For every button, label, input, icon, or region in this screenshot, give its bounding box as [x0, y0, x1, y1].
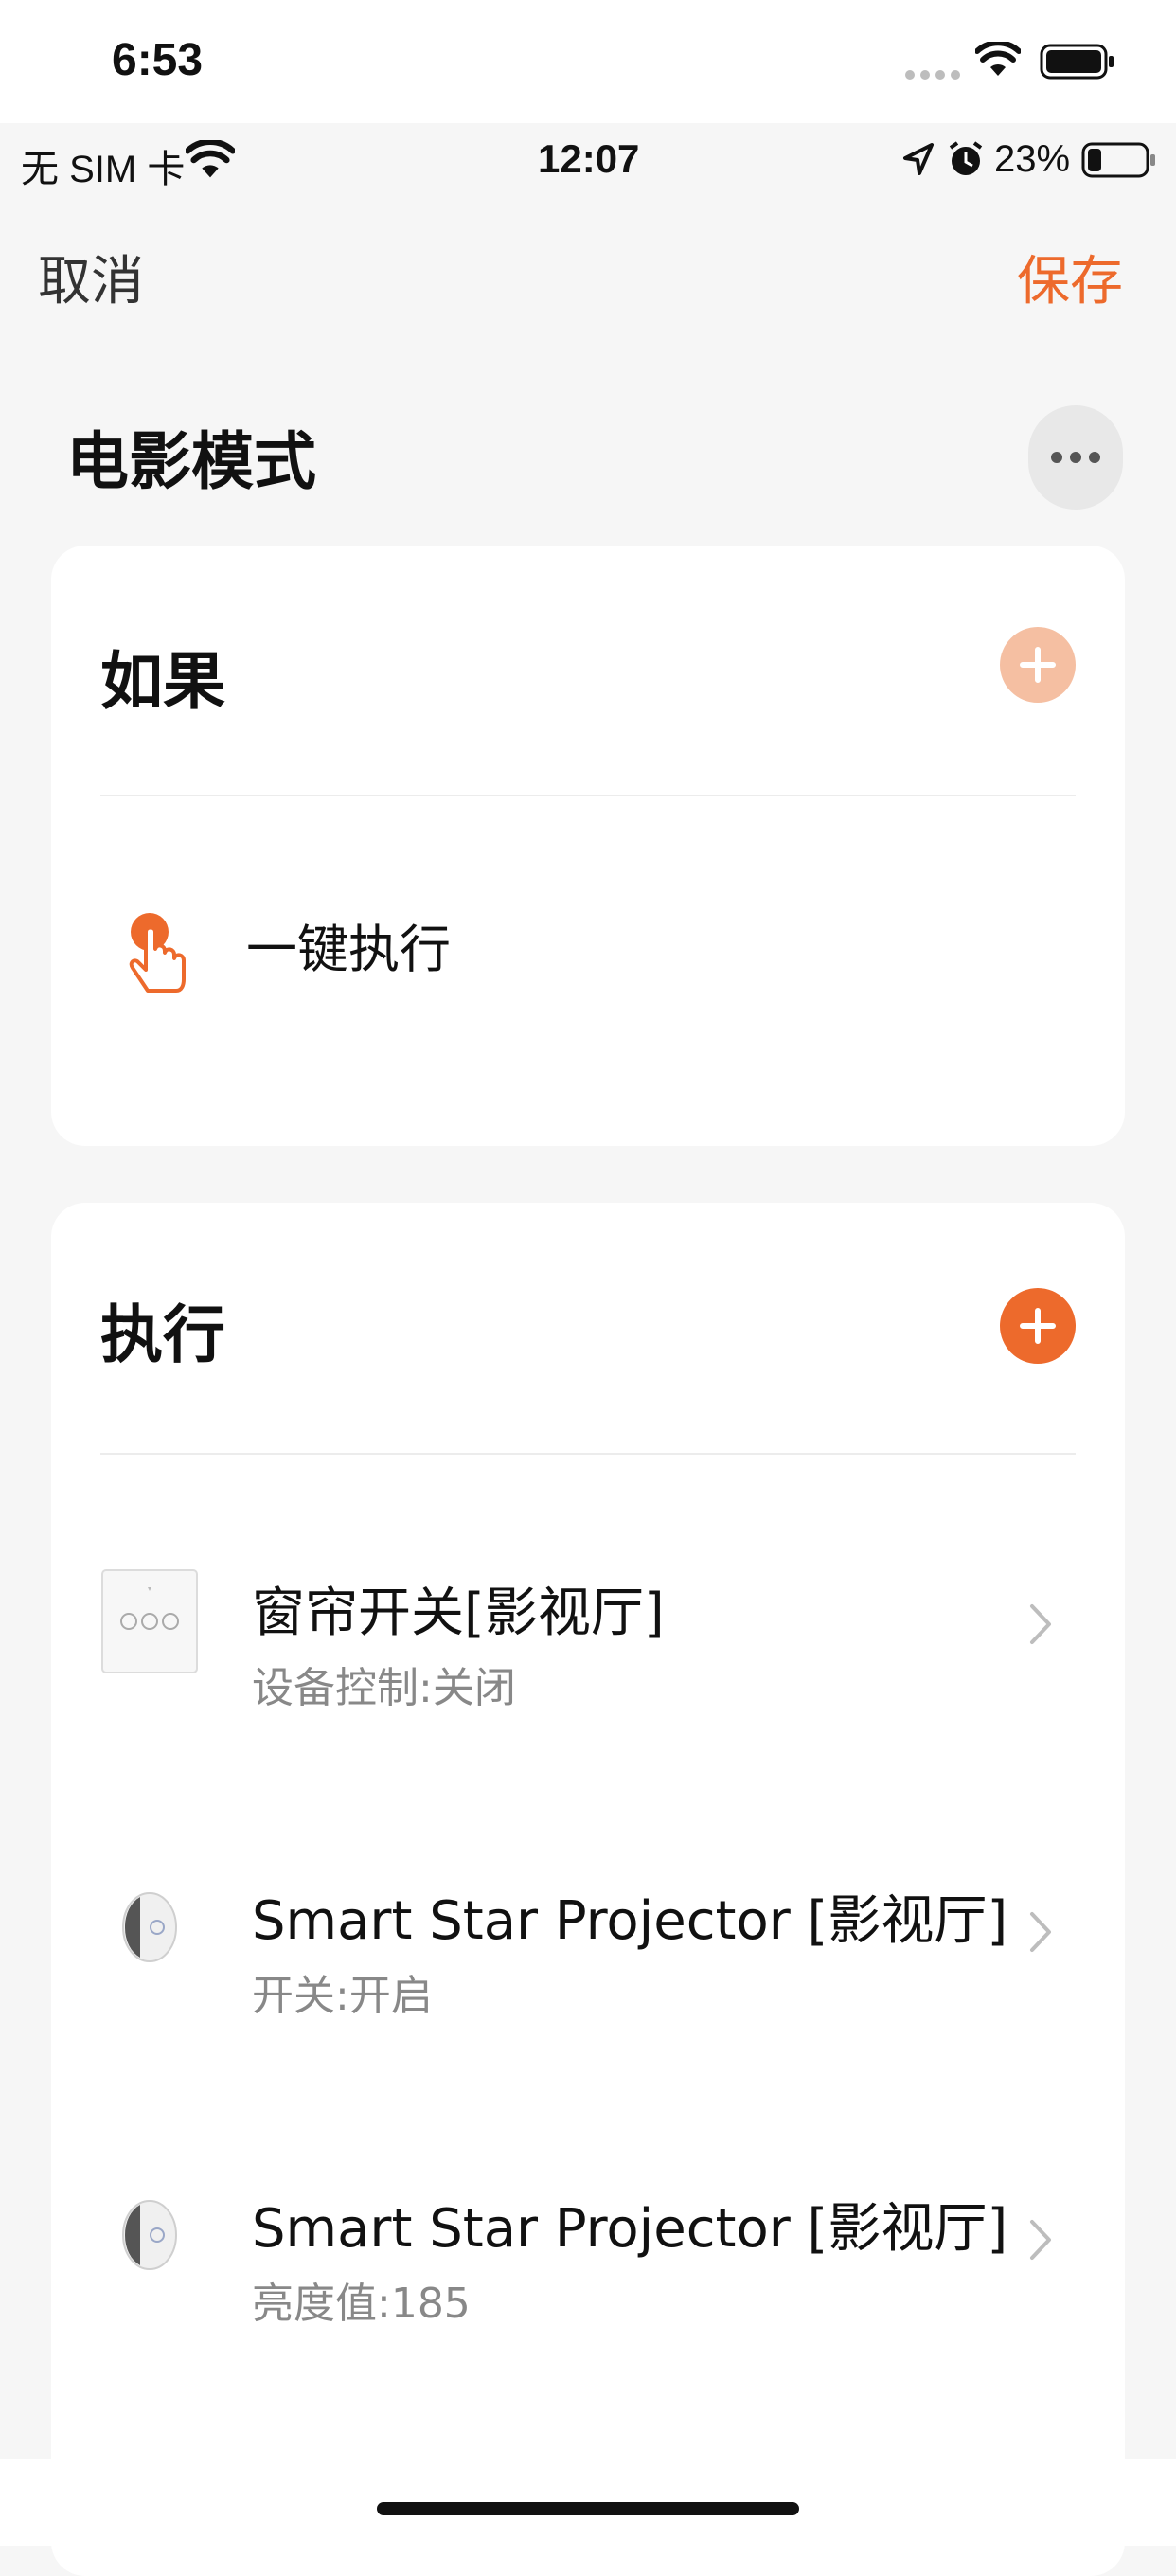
condition-section-title: 如果: [100, 645, 225, 718]
condition-card: 如果 一键执行: [51, 546, 1125, 1146]
plus-icon: [1020, 1308, 1056, 1344]
projector-icon: [122, 1892, 177, 1962]
battery-icon: [1081, 142, 1155, 178]
device-status-bar: 6:53: [0, 0, 1176, 123]
section-divider: [100, 795, 1076, 796]
action-device-name: Smart Star Projector [影视厅]: [252, 2198, 1008, 2260]
battery-percentage: 23%: [994, 138, 1071, 180]
wifi-icon: [186, 140, 235, 178]
device-clock: 6:53: [112, 35, 204, 85]
alarm-clock-icon: [949, 141, 983, 175]
carrier-label: 无 SIM 卡: [21, 149, 186, 190]
home-indicator[interactable]: [377, 2502, 799, 2515]
scene-name[interactable]: 电影模式: [66, 411, 316, 502]
action-item-projector-brightness[interactable]: Smart Star Projector [影视厅] 亮度值:185: [51, 2159, 1125, 2358]
wifi-icon: [975, 42, 1021, 76]
app-status-bar: 无 SIM 卡 12:07 23%: [0, 123, 1176, 201]
chevron-right-icon: [1030, 1912, 1051, 1952]
action-device-name: Smart Star Projector [影视厅]: [252, 1890, 1008, 1952]
action-detail: 开关:开启: [252, 1972, 433, 2020]
action-device-name: 窗帘开关[影视厅]: [252, 1583, 665, 1644]
tap-hand-icon: [129, 913, 186, 993]
chevron-right-icon: [1030, 1604, 1051, 1644]
more-dots-icon: [1051, 452, 1100, 463]
more-options-button[interactable]: [1028, 405, 1123, 510]
location-arrow-icon: [903, 143, 934, 175]
action-section-title: 执行: [100, 1298, 225, 1371]
curtain-switch-icon: [101, 1569, 198, 1673]
action-detail: 亮度值:185: [252, 2280, 471, 2328]
plus-icon: [1020, 647, 1056, 683]
section-divider: [100, 1453, 1076, 1455]
save-button[interactable]: 保存: [1017, 239, 1123, 315]
action-detail: 设备控制:关闭: [252, 1664, 516, 1712]
battery-icon: [1040, 44, 1114, 80]
chevron-right-icon: [1030, 2220, 1051, 2260]
cancel-button[interactable]: 取消: [38, 239, 144, 315]
projector-icon: [122, 2200, 177, 2270]
action-item-projector-power[interactable]: Smart Star Projector [影视厅] 开关:开启: [51, 1852, 1125, 2050]
cellular-signal-icon: [905, 70, 960, 80]
action-card: 执行 窗帘开关[影视厅] 设备控制:关闭 Smart Star Projecto…: [51, 1203, 1125, 2576]
add-condition-button[interactable]: [1000, 627, 1076, 703]
app-clock: 12:07: [538, 136, 640, 181]
add-action-button[interactable]: [1000, 1288, 1076, 1364]
condition-label: 一键执行: [246, 920, 451, 979]
action-item-curtain[interactable]: 窗帘开关[影视厅] 设备控制:关闭: [51, 1544, 1125, 1743]
condition-item[interactable]: 一键执行: [51, 858, 1125, 1047]
